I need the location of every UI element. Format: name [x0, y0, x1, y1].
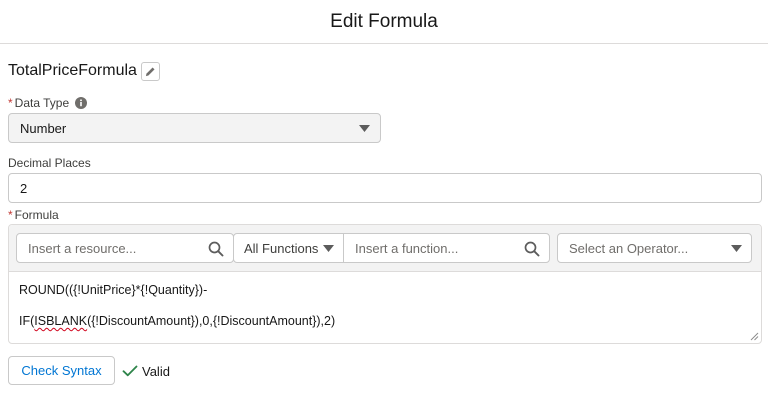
search-icon: [208, 241, 224, 257]
syntax-status-text: Valid: [142, 363, 170, 379]
operator-select-placeholder: Select an Operator...: [569, 240, 689, 256]
chevron-down-icon: [731, 245, 742, 252]
spellcheck-underlined-word: ISBLANK: [34, 314, 88, 328]
data-type-select[interactable]: Number: [8, 113, 381, 143]
formula-line: ROUND(({!UnitPrice}*{!Quantity})-: [19, 283, 208, 297]
search-icon: [524, 241, 540, 257]
formula-label: * Formula: [8, 208, 59, 222]
syntax-status: Valid: [122, 362, 170, 380]
modal-title: Edit Formula: [330, 10, 438, 32]
decimal-places-input[interactable]: 2: [8, 173, 762, 203]
pencil-icon: [145, 66, 155, 76]
formula-text-segment: IF(: [19, 314, 35, 328]
resize-grip-icon[interactable]: [750, 332, 759, 341]
function-category-select[interactable]: All Functions: [233, 233, 344, 263]
required-marker: *: [8, 96, 13, 110]
function-category-value: All Functions: [244, 240, 319, 256]
resource-search-input[interactable]: Insert a resource...: [16, 233, 234, 263]
formula-name-row: TotalPriceFormula: [8, 60, 160, 82]
data-type-label: * Data Type: [8, 96, 88, 110]
resource-search-placeholder: Insert a resource...: [28, 240, 137, 256]
formula-toolbar: Insert a resource... All Functions Inser…: [9, 225, 761, 272]
required-marker: *: [8, 208, 13, 222]
function-search-input[interactable]: Insert a function...: [343, 233, 550, 263]
formula-line: IF(ISBLANK({!DiscountAmount}),0,{!Discou…: [19, 313, 751, 329]
chevron-down-icon: [359, 125, 370, 132]
formula-text-segment: ({!DiscountAmount}),0,{!DiscountAmount})…: [87, 314, 336, 328]
operator-select[interactable]: Select an Operator...: [557, 233, 752, 263]
function-search-placeholder: Insert a function...: [355, 240, 459, 256]
data-type-label-text: Data Type: [14, 96, 70, 110]
check-syntax-button[interactable]: Check Syntax: [8, 356, 115, 385]
edit-name-button[interactable]: [140, 61, 160, 81]
formula-label-text: Formula: [14, 208, 59, 222]
formula-textarea[interactable]: ROUND(({!UnitPrice}*{!Quantity})- IF(ISB…: [19, 282, 751, 344]
decimal-places-label-text: Decimal Places: [8, 156, 91, 170]
data-type-value: Number: [20, 120, 67, 136]
modal-header: Edit Formula: [0, 0, 768, 44]
checkmark-icon: [122, 365, 138, 377]
decimal-places-value: 2: [20, 180, 28, 196]
info-icon[interactable]: [75, 97, 88, 109]
formula-editor: Insert a resource... All Functions Inser…: [8, 224, 762, 344]
formula-api-name: TotalPriceFormula: [8, 62, 137, 79]
decimal-places-label: Decimal Places: [8, 156, 91, 170]
chevron-down-icon: [323, 245, 334, 252]
